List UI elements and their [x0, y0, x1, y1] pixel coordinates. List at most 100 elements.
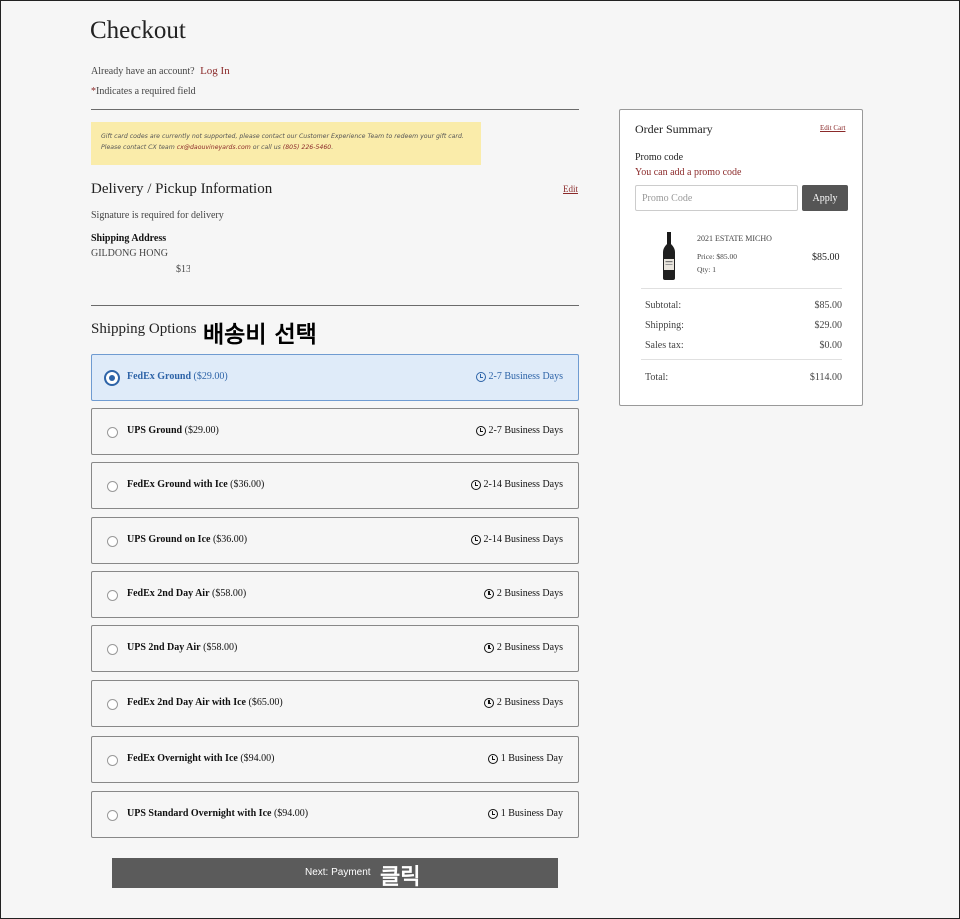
sales-tax-value: $0.00 [819, 340, 843, 351]
notice-line-1: Gift card codes are currently not suppor… [101, 133, 464, 140]
shipping-option-days: 1 Business Day [500, 753, 563, 764]
add-promo-link[interactable]: You can add a promo code [635, 167, 741, 178]
shipping-option[interactable]: FedEx 2nd Day Air ($58.00) 2 Business Day… [91, 571, 579, 618]
shipping-option-label: FedEx Ground ($29.00) [127, 371, 228, 382]
order-summary-panel: Order Summary Edit Cart Promo code You c… [619, 109, 863, 406]
shipping-option[interactable]: FedEx Overnight with Ice ($94.00) 1 Busin… [91, 736, 579, 783]
shipping-option-days: 1 Business Day [500, 808, 563, 819]
shipping-option-radio[interactable] [107, 427, 118, 438]
shipping-option[interactable]: UPS Ground on Ice ($36.00) 2-14 Business … [91, 517, 579, 564]
promo-code-label: Promo code [635, 152, 684, 163]
shipping-option-name: FedEx Overnight with Ice [127, 753, 238, 764]
shipping-option-name: FedEx 2nd Day Air [127, 588, 210, 599]
notice-text: or call us [250, 144, 283, 151]
shipping-option-days: 2-7 Business Days [488, 371, 563, 382]
cx-phone-link[interactable]: (805) 226-5460 [283, 144, 331, 151]
shipping-option-name: UPS Standard Overnight with Ice [127, 808, 272, 819]
divider [641, 288, 842, 289]
apply-promo-button[interactable]: Apply [802, 185, 848, 211]
required-note: *Indicates a required field [91, 86, 196, 97]
total-value: $114.00 [809, 372, 842, 383]
shipping-option-days: 2-14 Business Days [483, 534, 563, 545]
divider [641, 359, 842, 360]
order-summary-title: Order Summary [635, 122, 713, 136]
shipping-option-delivery-time: 2-7 Business Days [475, 371, 563, 382]
shipping-options-title: Shipping Options [91, 321, 197, 337]
shipping-option[interactable]: UPS 2nd Day Air ($58.00) 2 Business Days [91, 625, 579, 672]
clock-icon [475, 371, 486, 382]
shipping-option-name: UPS Ground on Ice [127, 534, 211, 545]
shipping-option[interactable]: UPS Standard Overnight with Ice ($94.00)… [91, 791, 579, 838]
next-payment-label: Next: Payment [305, 867, 371, 878]
shipping-address-label: Shipping Address [91, 233, 167, 244]
divider [91, 109, 579, 110]
shipping-option-delivery-time: 1 Business Day [487, 808, 563, 819]
shipping-address-fragment: $13( [176, 264, 190, 275]
shipping-option-label: FedEx Ground with Ice ($36.00) [127, 479, 264, 490]
shipping-option-days: 2-7 Business Days [488, 425, 563, 436]
shipping-label: Shipping: [645, 320, 684, 331]
clock-icon [487, 753, 498, 764]
shipping-option-price: ($94.00) [273, 808, 309, 819]
shipping-option-delivery-time: 1 Business Day [487, 753, 563, 764]
cx-email-link[interactable]: cx@daouvineyards.com [177, 144, 251, 151]
shipping-option-label: UPS Ground on Ice ($36.00) [127, 534, 247, 545]
promo-code-input[interactable] [635, 185, 798, 211]
shipping-option-delivery-time: 2-14 Business Days [470, 479, 563, 490]
shipping-option-radio[interactable] [107, 481, 118, 492]
product-name: 2021 ESTATE MICHO [697, 234, 772, 243]
product-line-total: $85.00 [812, 252, 840, 263]
shipping-option-price: ($29.00) [184, 425, 219, 436]
shipping-option[interactable]: FedEx 2nd Day Air with Ice ($65.00) 2 Bus… [91, 680, 579, 727]
shipping-address-name: GILDONG HONG [91, 248, 168, 259]
shipping-option-label: FedEx 2nd Day Air with Ice ($65.00) [127, 697, 283, 708]
edit-cart-link[interactable]: Edit Cart [820, 124, 845, 132]
account-prompt: Already have an account? Log In [91, 65, 230, 77]
shipping-option[interactable]: FedEx Ground with Ice ($36.00) 2-14 Busin… [91, 462, 579, 509]
shipping-option-name: UPS Ground [127, 425, 183, 436]
shipping-option-days: 2 Business Days [496, 588, 563, 599]
shipping-option-label: UPS Standard Overnight with Ice ($94.00) [127, 808, 308, 819]
shipping-option-radio[interactable] [107, 755, 118, 766]
product-qty: Qty: 1 [697, 265, 716, 274]
account-prompt-text: Already have an account? [91, 66, 195, 77]
shipping-option-name: FedEx Ground with Ice [127, 479, 228, 490]
shipping-option-radio[interactable] [107, 644, 118, 655]
shipping-option-delivery-time: 2 Business Days [483, 697, 563, 708]
shipping-option-days: 2 Business Days [496, 697, 563, 708]
login-link[interactable]: Log In [200, 65, 230, 77]
clock-icon [487, 808, 498, 819]
shipping-option-label: FedEx 2nd Day Air ($58.00) [127, 588, 246, 599]
divider [91, 305, 579, 306]
shipping-option-price: ($65.00) [248, 697, 283, 708]
shipping-option-label: FedEx Overnight with Ice ($94.00) [127, 753, 275, 764]
shipping-option-radio[interactable] [107, 590, 118, 601]
shipping-option-name: UPS 2nd Day Air [127, 642, 201, 653]
clock-icon [475, 425, 486, 436]
shipping-option-price: ($58.00) [203, 642, 238, 653]
next-payment-button[interactable]: Next: Payment 클릭 [112, 858, 558, 890]
shipping-option-label: UPS 2nd Day Air ($58.00) [127, 642, 237, 653]
shipping-option-radio[interactable] [107, 536, 118, 547]
shipping-option-delivery-time: 2-14 Business Days [470, 534, 563, 545]
shipping-option-name: FedEx 2nd Day Air with Ice [127, 697, 246, 708]
clock-icon [483, 588, 494, 599]
shipping-option-radio[interactable] [104, 370, 120, 386]
shipping-option-price: ($36.00) [212, 534, 248, 545]
required-note-text: Indicates a required field [96, 86, 196, 97]
shipping-option-price: ($36.00) [230, 479, 265, 490]
shipping-option-radio[interactable] [107, 699, 118, 710]
signature-note: Signature is required for delivery [91, 210, 224, 221]
notice-line-2: Please contact CX team cx@daouvineyards.… [101, 142, 471, 153]
annotation-click: 클릭 [380, 865, 421, 890]
shipping-option-radio[interactable] [107, 810, 118, 821]
clock-icon [483, 642, 494, 653]
shipping-option[interactable]: FedEx Ground ($29.00) 2-7 Business Days [91, 354, 579, 401]
delivery-edit-link[interactable]: Edit [563, 184, 578, 194]
shipping-option-days: 2 Business Days [496, 642, 563, 653]
gift-card-notice: Gift card codes are currently not suppor… [91, 122, 481, 165]
shipping-option[interactable]: UPS Ground ($29.00) 2-7 Business Days [91, 408, 579, 455]
shipping-option-label: UPS Ground ($29.00) [127, 425, 219, 436]
wine-bottle-image [663, 232, 675, 280]
shipping-option-delivery-time: 2-7 Business Days [475, 425, 563, 436]
